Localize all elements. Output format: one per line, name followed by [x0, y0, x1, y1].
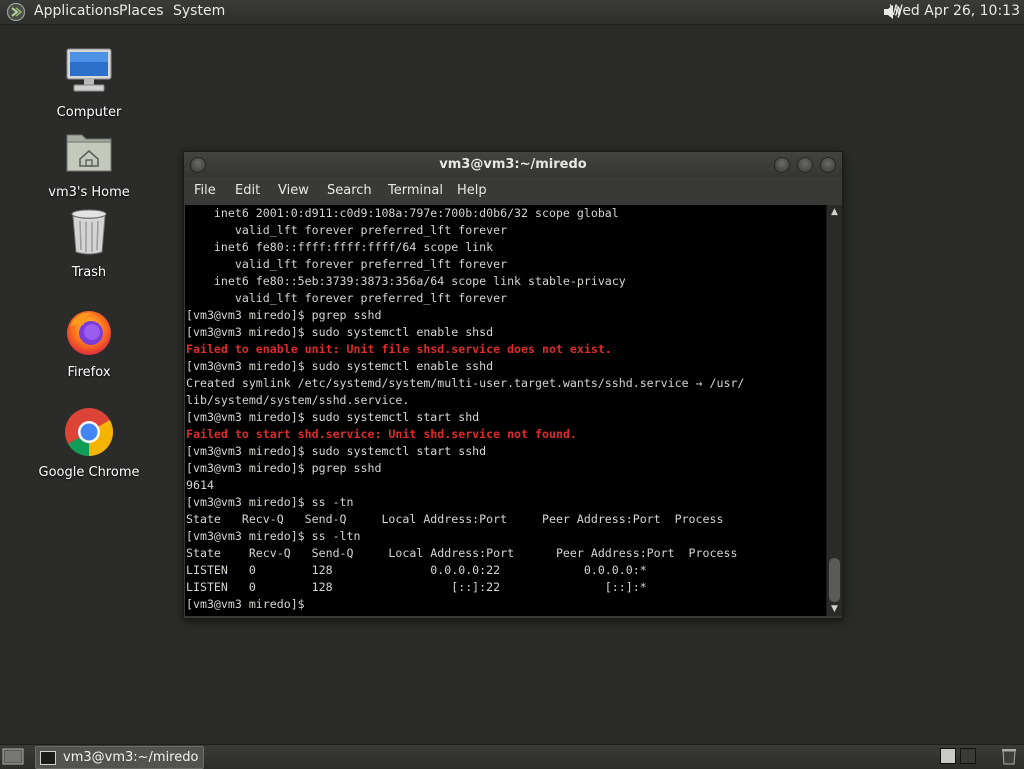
- terminal-line: [vm3@vm3 miredo]$ pgrep sshd: [186, 308, 382, 322]
- show-desktop-icon[interactable]: [2, 747, 24, 767]
- menu-edit[interactable]: Edit: [235, 183, 260, 198]
- desktop-icon-label: Computer: [56, 105, 122, 120]
- terminal-line: State Recv-Q Send-Q Local Address:Port P…: [186, 546, 738, 560]
- taskbar-button-label: vm3@vm3:~/miredo: [63, 750, 199, 765]
- terminal-lines: inet6 2001:0:d911:c0d9:108a:797e:700b:d0…: [186, 205, 744, 613]
- terminal-line: [vm3@vm3 miredo]$ sudo systemctl start s…: [186, 410, 480, 424]
- menu-search[interactable]: Search: [327, 183, 372, 198]
- trash-applet-icon[interactable]: [1000, 747, 1018, 765]
- desktop-icon-label: vm3's Home: [48, 185, 130, 200]
- terminal-line: LISTEN 0 128 [::]:22 [::]:*: [186, 580, 647, 594]
- firefox-icon: [67, 311, 111, 355]
- terminal-icon: [40, 751, 56, 765]
- desktop-icon-chrome[interactable]: Google Chrome: [24, 405, 154, 480]
- terminal-error-line: Failed to start shd.service: Unit shd.se…: [186, 427, 577, 441]
- top-panel: Applications Places System Wed Apr 26, 1…: [0, 0, 1024, 25]
- terminal-line: [vm3@vm3 miredo]$: [186, 597, 312, 611]
- window-menu-button[interactable]: [190, 157, 206, 173]
- terminal-line: 9614: [186, 478, 214, 492]
- terminal-line: valid_lft forever preferred_lft forever: [186, 291, 508, 305]
- terminal-line: inet6 fe80::5eb:3739:3873:356a/64 scope …: [186, 274, 626, 288]
- scrollbar-thumb[interactable]: [829, 558, 840, 602]
- terminal-line: lib/systemd/system/sshd.service.: [186, 393, 410, 407]
- desktop-icon-firefox[interactable]: Firefox: [24, 305, 154, 380]
- workspace-1[interactable]: [940, 748, 956, 764]
- distro-logo-icon[interactable]: [6, 2, 26, 22]
- close-button[interactable]: [820, 157, 836, 173]
- maximize-button[interactable]: [797, 157, 813, 173]
- computer-icon: [66, 48, 112, 92]
- window-title: vm3@vm3:~/miredo: [439, 157, 587, 172]
- terminal-output[interactable]: inet6 2001:0:d911:c0d9:108a:797e:700b:d0…: [185, 205, 826, 616]
- menu-terminal[interactable]: Terminal: [388, 183, 443, 198]
- terminal-line: [vm3@vm3 miredo]$ sudo systemctl enable …: [186, 325, 494, 339]
- clock[interactable]: Wed Apr 26, 10:13: [889, 3, 1020, 19]
- desktop-icon-label: Google Chrome: [38, 465, 140, 480]
- terminal-line: inet6 fe80::ffff:ffff:ffff/64 scope link: [186, 240, 494, 254]
- chrome-icon: [65, 408, 114, 457]
- menu-file[interactable]: File: [194, 183, 216, 198]
- desktop-icon-home[interactable]: vm3's Home: [24, 125, 154, 200]
- terminal-line: inet6 2001:0:d911:c0d9:108a:797e:700b:d0…: [186, 206, 619, 220]
- taskbar-terminal-button[interactable]: vm3@vm3:~/miredo: [35, 746, 204, 769]
- terminal-line: [vm3@vm3 miredo]$ ss -ltn: [186, 529, 361, 543]
- menu-applications[interactable]: Applications: [34, 3, 120, 19]
- home-folder-icon: [66, 134, 112, 172]
- menu-places[interactable]: Places: [119, 3, 164, 19]
- terminal-menubar: File Edit View Search Terminal Help: [184, 177, 842, 205]
- minimize-button[interactable]: [774, 157, 790, 173]
- terminal-line: State Recv-Q Send-Q Local Address:Port P…: [186, 512, 724, 526]
- scroll-down-arrow-icon[interactable]: ▼: [827, 602, 842, 616]
- workspace-2[interactable]: [960, 748, 976, 764]
- terminal-line: valid_lft forever preferred_lft forever: [186, 257, 508, 271]
- terminal-scrollbar[interactable]: ▲ ▼: [826, 205, 842, 616]
- terminal-error-line: Failed to enable unit: Unit file shsd.se…: [186, 342, 612, 356]
- desktop-icon-label: Trash: [71, 265, 107, 280]
- menu-system[interactable]: System: [173, 3, 225, 19]
- bottom-panel: vm3@vm3:~/miredo: [0, 744, 1024, 769]
- terminal-line: LISTEN 0 128 0.0.0.0:22 0.0.0.0:*: [186, 563, 647, 577]
- trash-icon: [71, 209, 107, 255]
- terminal-line: [vm3@vm3 miredo]$ ss -tn: [186, 495, 354, 509]
- terminal-line: valid_lft forever preferred_lft forever: [186, 223, 508, 237]
- desktop-icon-computer[interactable]: Computer: [24, 45, 154, 120]
- terminal-line: [vm3@vm3 miredo]$ sudo systemctl enable …: [186, 359, 494, 373]
- scroll-up-arrow-icon[interactable]: ▲: [827, 205, 842, 219]
- terminal-line: [vm3@vm3 miredo]$ pgrep sshd: [186, 461, 382, 475]
- menu-view[interactable]: View: [278, 183, 309, 198]
- window-titlebar[interactable]: vm3@vm3:~/miredo: [184, 152, 842, 177]
- menu-help[interactable]: Help: [457, 183, 487, 198]
- desktop-icon-label: Firefox: [67, 365, 111, 380]
- terminal-window[interactable]: vm3@vm3:~/miredo File Edit View Search T…: [183, 151, 843, 619]
- terminal-line: [vm3@vm3 miredo]$ sudo systemctl start s…: [186, 444, 487, 458]
- desktop-icon-trash[interactable]: Trash: [24, 205, 154, 280]
- terminal-line: Created symlink /etc/systemd/system/mult…: [186, 376, 745, 390]
